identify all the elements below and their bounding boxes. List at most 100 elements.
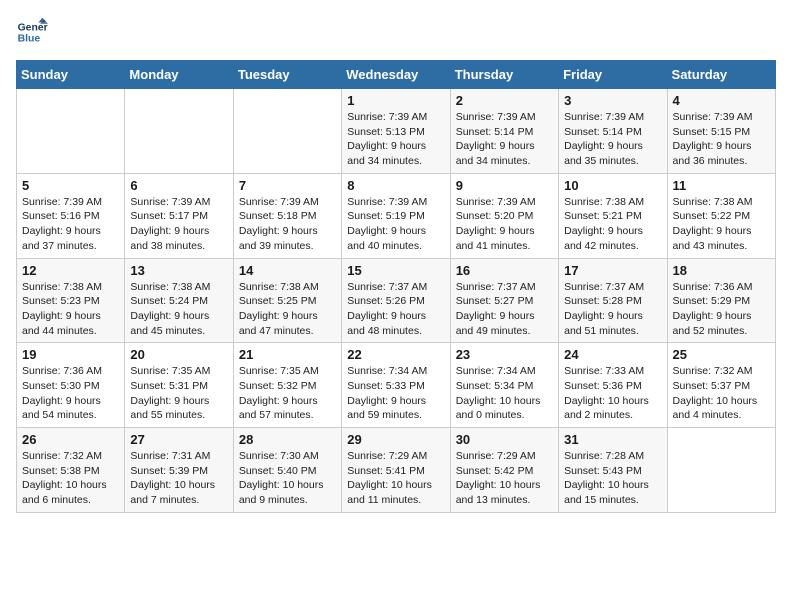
calendar-cell: 17 Sunrise: 7:37 AM Sunset: 5:28 PM Dayli… bbox=[559, 258, 667, 343]
day-info: Sunrise: 7:35 AM Sunset: 5:32 PM Dayligh… bbox=[239, 364, 336, 423]
day-info: Sunrise: 7:30 AM Sunset: 5:40 PM Dayligh… bbox=[239, 449, 336, 508]
calendar-cell: 18 Sunrise: 7:36 AM Sunset: 5:29 PM Dayli… bbox=[667, 258, 775, 343]
day-info: Sunrise: 7:32 AM Sunset: 5:37 PM Dayligh… bbox=[673, 364, 770, 423]
calendar-cell: 7 Sunrise: 7:39 AM Sunset: 5:18 PM Daylig… bbox=[233, 173, 341, 258]
day-info: Sunrise: 7:34 AM Sunset: 5:34 PM Dayligh… bbox=[456, 364, 553, 423]
calendar-cell: 11 Sunrise: 7:38 AM Sunset: 5:22 PM Dayli… bbox=[667, 173, 775, 258]
calendar-cell: 1Sunrise: 7:39 AM Sunset: 5:13 PM Daylig… bbox=[342, 89, 450, 174]
day-info: Sunrise: 7:36 AM Sunset: 5:30 PM Dayligh… bbox=[22, 364, 119, 423]
day-info: Sunrise: 7:37 AM Sunset: 5:28 PM Dayligh… bbox=[564, 280, 661, 339]
calendar-cell: 30 Sunrise: 7:29 AM Sunset: 5:42 PM Dayli… bbox=[450, 428, 558, 513]
day-info: Sunrise: 7:39 AM Sunset: 5:15 PM Dayligh… bbox=[673, 110, 770, 169]
day-info: Sunrise: 7:37 AM Sunset: 5:27 PM Dayligh… bbox=[456, 280, 553, 339]
day-header-tuesday: Tuesday bbox=[233, 61, 341, 89]
day-number: 3 bbox=[564, 93, 661, 108]
calendar-cell: 20 Sunrise: 7:35 AM Sunset: 5:31 PM Dayli… bbox=[125, 343, 233, 428]
calendar-cell: 19 Sunrise: 7:36 AM Sunset: 5:30 PM Dayli… bbox=[17, 343, 125, 428]
logo-icon: General Blue bbox=[16, 16, 48, 48]
day-number: 31 bbox=[564, 432, 661, 447]
calendar-week-1: 1Sunrise: 7:39 AM Sunset: 5:13 PM Daylig… bbox=[17, 89, 776, 174]
day-info: Sunrise: 7:39 AM Sunset: 5:14 PM Dayligh… bbox=[564, 110, 661, 169]
calendar-cell: 26 Sunrise: 7:32 AM Sunset: 5:38 PM Dayli… bbox=[17, 428, 125, 513]
calendar-cell bbox=[233, 89, 341, 174]
calendar-table: SundayMondayTuesdayWednesdayThursdayFrid… bbox=[16, 60, 776, 513]
day-info: Sunrise: 7:38 AM Sunset: 5:21 PM Dayligh… bbox=[564, 195, 661, 254]
day-info: Sunrise: 7:35 AM Sunset: 5:31 PM Dayligh… bbox=[130, 364, 227, 423]
svg-text:Blue: Blue bbox=[18, 34, 41, 45]
day-number: 30 bbox=[456, 432, 553, 447]
calendar-week-3: 12 Sunrise: 7:38 AM Sunset: 5:23 PM Dayli… bbox=[17, 258, 776, 343]
calendar-week-2: 5Sunrise: 7:39 AM Sunset: 5:16 PM Daylig… bbox=[17, 173, 776, 258]
calendar-cell: 31 Sunrise: 7:28 AM Sunset: 5:43 PM Dayli… bbox=[559, 428, 667, 513]
day-header-friday: Friday bbox=[559, 61, 667, 89]
calendar-cell: 25 Sunrise: 7:32 AM Sunset: 5:37 PM Dayli… bbox=[667, 343, 775, 428]
calendar-cell: 8Sunrise: 7:39 AM Sunset: 5:19 PM Daylig… bbox=[342, 173, 450, 258]
day-info: Sunrise: 7:38 AM Sunset: 5:23 PM Dayligh… bbox=[22, 280, 119, 339]
day-number: 23 bbox=[456, 347, 553, 362]
calendar-cell: 5Sunrise: 7:39 AM Sunset: 5:16 PM Daylig… bbox=[17, 173, 125, 258]
day-info: Sunrise: 7:39 AM Sunset: 5:17 PM Dayligh… bbox=[130, 195, 227, 254]
calendar-cell: 29 Sunrise: 7:29 AM Sunset: 5:41 PM Dayli… bbox=[342, 428, 450, 513]
day-info: Sunrise: 7:38 AM Sunset: 5:22 PM Dayligh… bbox=[673, 195, 770, 254]
day-number: 24 bbox=[564, 347, 661, 362]
day-number: 27 bbox=[130, 432, 227, 447]
day-number: 12 bbox=[22, 263, 119, 278]
calendar-cell bbox=[125, 89, 233, 174]
day-number: 2 bbox=[456, 93, 553, 108]
day-number: 7 bbox=[239, 178, 336, 193]
calendar-cell: 24 Sunrise: 7:33 AM Sunset: 5:36 PM Dayli… bbox=[559, 343, 667, 428]
day-info: Sunrise: 7:28 AM Sunset: 5:43 PM Dayligh… bbox=[564, 449, 661, 508]
day-number: 18 bbox=[673, 263, 770, 278]
day-info: Sunrise: 7:29 AM Sunset: 5:42 PM Dayligh… bbox=[456, 449, 553, 508]
day-number: 11 bbox=[673, 178, 770, 193]
day-info: Sunrise: 7:32 AM Sunset: 5:38 PM Dayligh… bbox=[22, 449, 119, 508]
calendar-cell: 3 Sunrise: 7:39 AM Sunset: 5:14 PM Daylig… bbox=[559, 89, 667, 174]
calendar-header-row: SundayMondayTuesdayWednesdayThursdayFrid… bbox=[17, 61, 776, 89]
day-number: 15 bbox=[347, 263, 444, 278]
day-number: 25 bbox=[673, 347, 770, 362]
svg-text:General: General bbox=[18, 22, 48, 33]
day-number: 10 bbox=[564, 178, 661, 193]
calendar-cell: 2Sunrise: 7:39 AM Sunset: 5:14 PM Daylig… bbox=[450, 89, 558, 174]
day-info: Sunrise: 7:39 AM Sunset: 5:20 PM Dayligh… bbox=[456, 195, 553, 254]
calendar-cell: 15 Sunrise: 7:37 AM Sunset: 5:26 PM Dayli… bbox=[342, 258, 450, 343]
calendar-week-5: 26 Sunrise: 7:32 AM Sunset: 5:38 PM Dayli… bbox=[17, 428, 776, 513]
day-info: Sunrise: 7:39 AM Sunset: 5:19 PM Dayligh… bbox=[347, 195, 444, 254]
day-info: Sunrise: 7:39 AM Sunset: 5:18 PM Dayligh… bbox=[239, 195, 336, 254]
day-info: Sunrise: 7:38 AM Sunset: 5:24 PM Dayligh… bbox=[130, 280, 227, 339]
day-header-thursday: Thursday bbox=[450, 61, 558, 89]
calendar-cell bbox=[17, 89, 125, 174]
calendar-cell: 12 Sunrise: 7:38 AM Sunset: 5:23 PM Dayli… bbox=[17, 258, 125, 343]
day-info: Sunrise: 7:39 AM Sunset: 5:13 PM Dayligh… bbox=[347, 110, 444, 169]
day-number: 21 bbox=[239, 347, 336, 362]
day-info: Sunrise: 7:36 AM Sunset: 5:29 PM Dayligh… bbox=[673, 280, 770, 339]
calendar-week-4: 19 Sunrise: 7:36 AM Sunset: 5:30 PM Dayli… bbox=[17, 343, 776, 428]
calendar-cell: 21 Sunrise: 7:35 AM Sunset: 5:32 PM Dayli… bbox=[233, 343, 341, 428]
day-header-wednesday: Wednesday bbox=[342, 61, 450, 89]
calendar-cell: 13 Sunrise: 7:38 AM Sunset: 5:24 PM Dayli… bbox=[125, 258, 233, 343]
day-header-sunday: Sunday bbox=[17, 61, 125, 89]
day-number: 22 bbox=[347, 347, 444, 362]
day-info: Sunrise: 7:33 AM Sunset: 5:36 PM Dayligh… bbox=[564, 364, 661, 423]
day-number: 20 bbox=[130, 347, 227, 362]
day-number: 9 bbox=[456, 178, 553, 193]
day-number: 19 bbox=[22, 347, 119, 362]
day-number: 4 bbox=[673, 93, 770, 108]
calendar-cell: 6 Sunrise: 7:39 AM Sunset: 5:17 PM Daylig… bbox=[125, 173, 233, 258]
calendar-cell bbox=[667, 428, 775, 513]
day-info: Sunrise: 7:39 AM Sunset: 5:16 PM Dayligh… bbox=[22, 195, 119, 254]
day-info: Sunrise: 7:29 AM Sunset: 5:41 PM Dayligh… bbox=[347, 449, 444, 508]
day-header-saturday: Saturday bbox=[667, 61, 775, 89]
day-info: Sunrise: 7:37 AM Sunset: 5:26 PM Dayligh… bbox=[347, 280, 444, 339]
day-number: 13 bbox=[130, 263, 227, 278]
day-header-monday: Monday bbox=[125, 61, 233, 89]
day-number: 16 bbox=[456, 263, 553, 278]
day-number: 29 bbox=[347, 432, 444, 447]
day-number: 26 bbox=[22, 432, 119, 447]
day-number: 6 bbox=[130, 178, 227, 193]
day-number: 17 bbox=[564, 263, 661, 278]
calendar-cell: 23 Sunrise: 7:34 AM Sunset: 5:34 PM Dayli… bbox=[450, 343, 558, 428]
calendar-cell: 4 Sunrise: 7:39 AM Sunset: 5:15 PM Daylig… bbox=[667, 89, 775, 174]
calendar-cell: 27Sunrise: 7:31 AM Sunset: 5:39 PM Dayli… bbox=[125, 428, 233, 513]
day-number: 28 bbox=[239, 432, 336, 447]
